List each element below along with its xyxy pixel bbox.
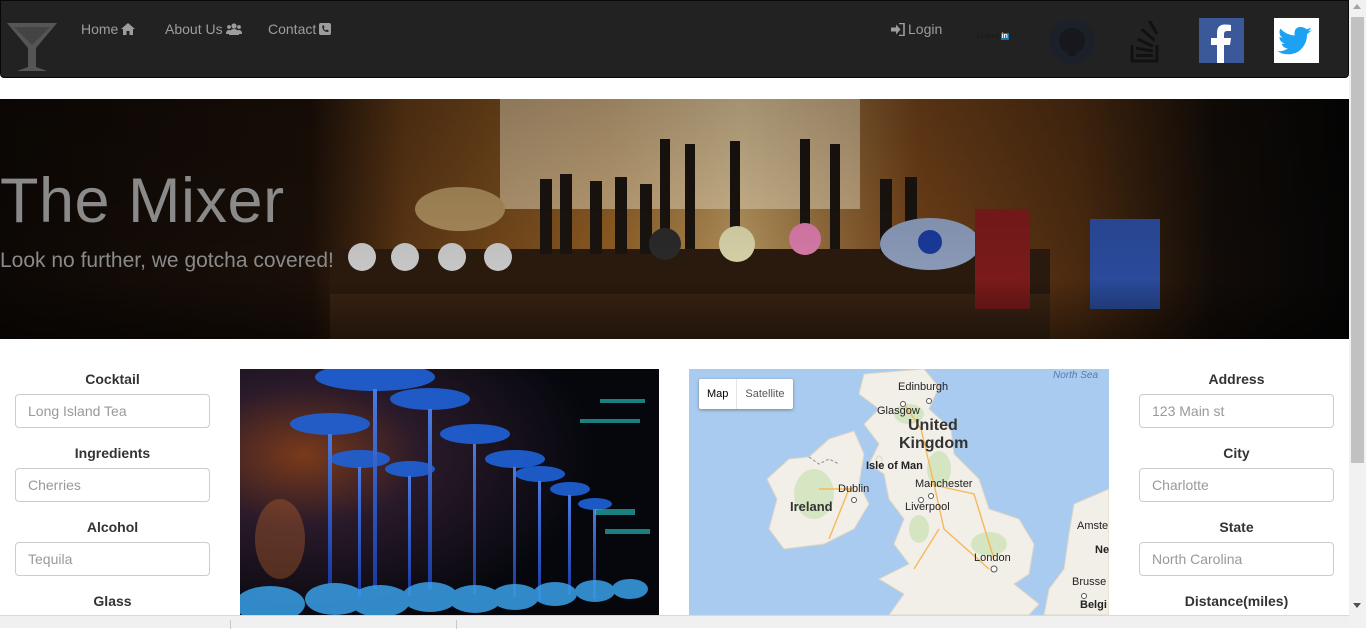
nav-home-link[interactable]: Home <box>81 20 136 38</box>
stack-overflow-icon[interactable] <box>1129 21 1163 63</box>
phone-icon <box>319 23 332 35</box>
alcohol-label: Alcohol <box>86 519 139 535</box>
map-label-north-sea: North Sea <box>1053 370 1099 381</box>
wine-glasses-photo <box>240 369 659 615</box>
cocktail-input[interactable] <box>15 394 210 428</box>
map-label-dublin: Dublin <box>838 483 870 495</box>
map-type-satellite-button[interactable]: Satellite <box>736 379 792 409</box>
sign-in-icon <box>891 22 905 36</box>
map-label-glasgow: Glasgow <box>877 405 920 417</box>
navbar: Home About Us Contact Login Linked in <box>0 0 1349 78</box>
google-map[interactable]: Map Satellite North Sea Edinburgh Glasgo… <box>689 369 1109 615</box>
cocktail-glasses-image <box>240 369 659 615</box>
ingredients-input[interactable] <box>15 468 210 502</box>
twitter-icon[interactable] <box>1274 18 1319 63</box>
facebook-icon[interactable] <box>1199 18 1244 63</box>
address-input[interactable] <box>1139 394 1334 428</box>
map-label-united: United <box>908 417 958 434</box>
address-label: Address <box>1208 371 1265 387</box>
map-label-manchester: Manchester <box>915 478 973 490</box>
state-label: State <box>1219 519 1254 535</box>
browser-status-bar <box>0 615 1349 629</box>
state-input[interactable] <box>1139 542 1334 576</box>
nav-about-link[interactable]: About Us <box>165 20 242 38</box>
map-label-belgium: Belgi <box>1080 599 1107 611</box>
nav-contact-label: Contact <box>268 21 317 37</box>
hero-subtitle: Look no further, we gotcha covered! <box>0 249 334 272</box>
cocktail-label: Cocktail <box>85 371 140 387</box>
distance-label: Distance(miles) <box>1184 593 1289 609</box>
scroll-down-arrow[interactable] <box>1353 603 1361 608</box>
city-label: City <box>1223 445 1250 461</box>
nav-about-label: About Us <box>165 21 223 37</box>
nav-contact-link[interactable]: Contact <box>268 20 332 38</box>
glass-label: Glass <box>93 593 132 609</box>
scrollbar-thumb[interactable] <box>1351 17 1364 463</box>
scroll-up-arrow[interactable] <box>1353 4 1361 9</box>
users-icon <box>225 23 242 35</box>
hero-banner: The Mixer Look no further, we gotcha cov… <box>0 99 1349 339</box>
hero-title: The Mixer <box>0 166 285 236</box>
map-label-isle-of-man: Isle of Man <box>866 460 923 472</box>
cocktail-search-form: Cocktail Ingredients Alcohol Glass <box>15 369 210 611</box>
github-icon[interactable] <box>1048 18 1096 66</box>
map-label-kingdom: Kingdom <box>899 435 969 452</box>
map-label-ireland: Ireland <box>790 499 833 514</box>
map-label-liverpool: Liverpool <box>905 501 950 513</box>
linkedin-text: Linked <box>977 33 1000 40</box>
linkedin-icon[interactable]: Linked in <box>977 33 1009 40</box>
nav-login-label: Login <box>908 21 943 37</box>
city-input[interactable] <box>1139 468 1334 502</box>
alcohol-input[interactable] <box>15 542 210 576</box>
ingredients-label: Ingredients <box>74 445 151 461</box>
home-icon <box>121 23 136 35</box>
map-label-netherlands: Ne <box>1095 544 1109 556</box>
map-type-map-button[interactable]: Map <box>699 379 736 409</box>
page-scrollbar[interactable] <box>1349 0 1366 628</box>
map-label-london: London <box>974 552 1011 564</box>
nav-home-label: Home <box>81 21 119 37</box>
linkedin-badge: in <box>1000 33 1009 40</box>
cocktail-glass-icon[interactable] <box>7 21 57 73</box>
location-search-form: Address City State Distance(miles) <box>1139 369 1334 611</box>
map-label-edinburgh: Edinburgh <box>898 381 949 393</box>
map-type-toggle: Map Satellite <box>699 379 793 409</box>
map-label-brussels: Brusse <box>1072 576 1107 588</box>
map-label-amsterdam: Amste <box>1077 520 1109 532</box>
nav-login-link[interactable]: Login <box>891 20 942 38</box>
